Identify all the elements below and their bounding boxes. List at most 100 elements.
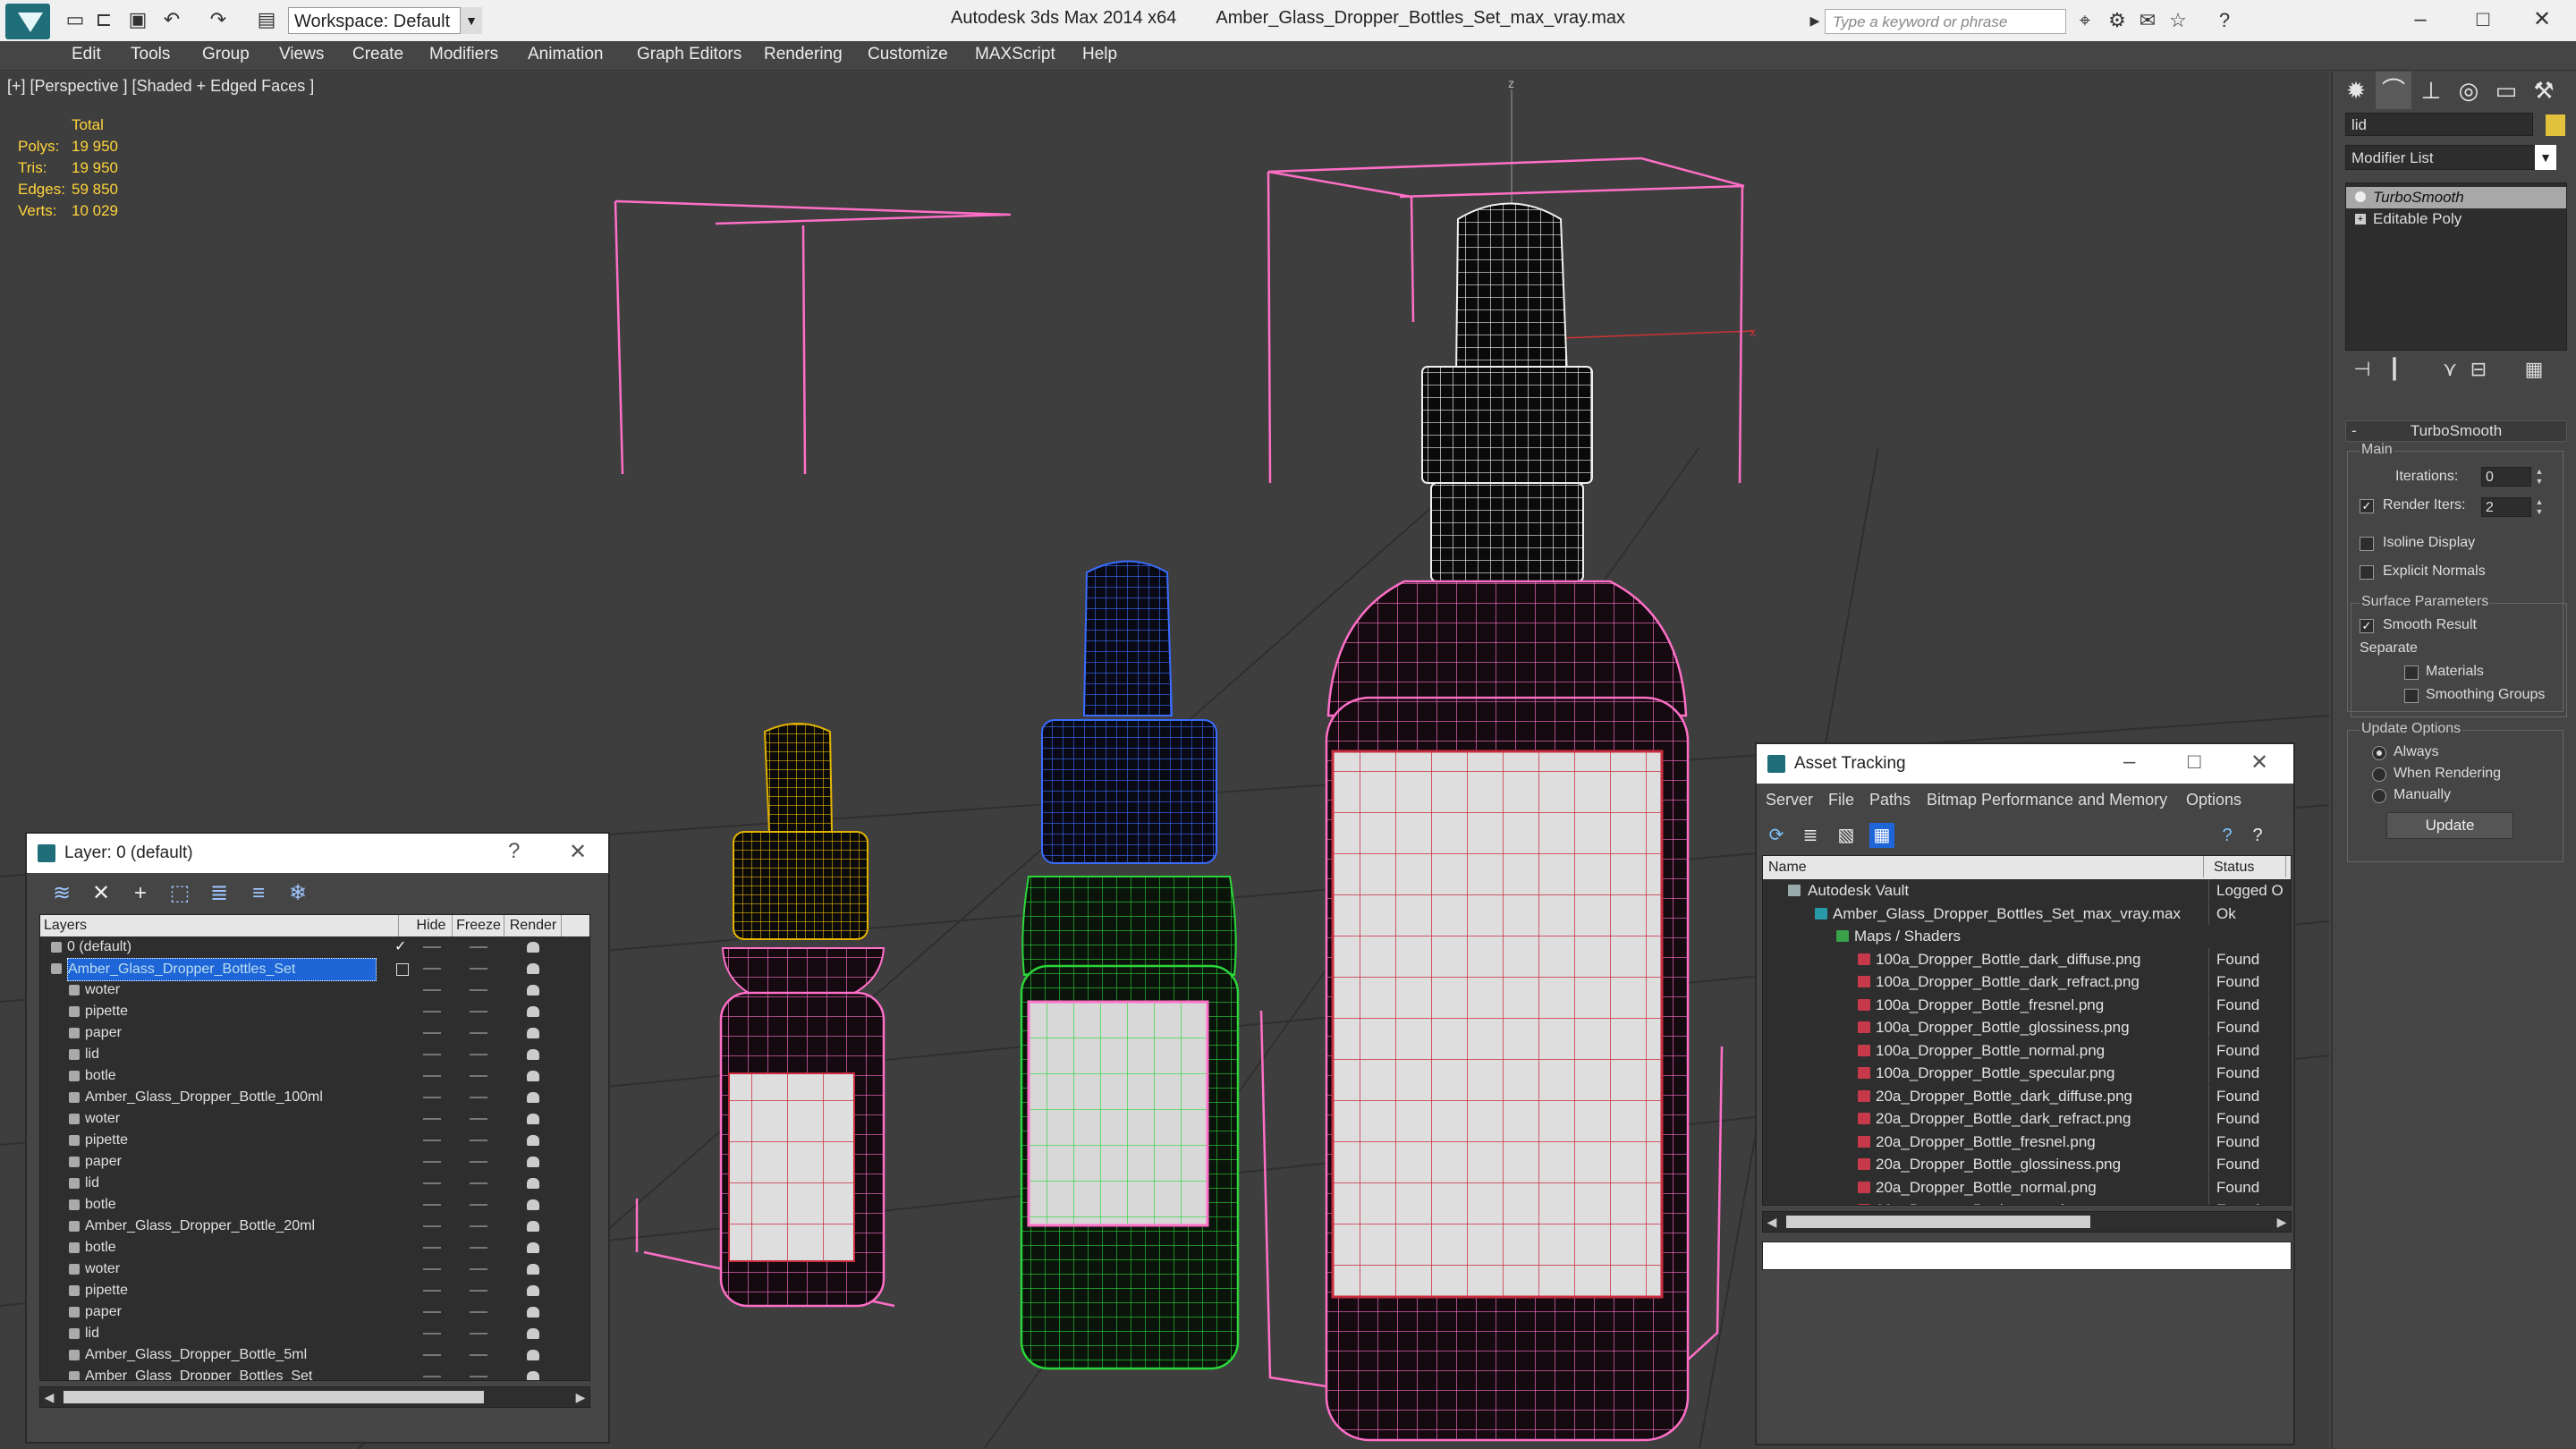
asset-row[interactable]: 20a_Dropper_Bottle_dark_diffuse.png Found (1763, 1084, 2291, 1108)
layer-name[interactable]: pipette (85, 1280, 128, 1301)
subscription-icon[interactable]: ⚙ (2106, 9, 2129, 32)
highlight-layer-icon[interactable]: ≣ (206, 880, 233, 907)
freeze-toggle[interactable] (470, 1204, 487, 1206)
hide-toggle[interactable] (423, 1333, 441, 1335)
asset-path-field[interactable] (1762, 1241, 2292, 1270)
layer-row[interactable]: Amber_Glass_Dropper_Bottle_20ml (40, 1216, 589, 1237)
layer-row[interactable]: Amber_Glass_Dropper_Bottles_Set (40, 1366, 589, 1380)
hide-toggle[interactable] (423, 968, 441, 970)
freeze-toggle[interactable] (470, 1097, 487, 1098)
asset-name[interactable]: 100a_Dropper_Bottle_dark_refract.png (1876, 970, 2140, 993)
asset-name[interactable]: 20a_Dropper_Bottle_normal.png (1876, 1176, 2097, 1199)
hide-toggle[interactable] (423, 1118, 441, 1120)
scroll-right-icon[interactable]: ▶ (572, 1387, 589, 1407)
layer-name[interactable]: botle (85, 1194, 116, 1216)
object-name-field[interactable]: lid (2345, 113, 2533, 136)
make-unique-icon[interactable]: ⋎ (2436, 356, 2463, 383)
object-color-swatch[interactable] (2546, 114, 2565, 136)
bottle-5ml[interactable] (719, 723, 886, 1308)
render-iters-checkbox[interactable]: ✓ (2360, 499, 2374, 513)
asset-row[interactable]: Amber_Glass_Dropper_Bottles_Set_max_vray… (1763, 902, 2291, 926)
hide-toggle[interactable] (423, 1225, 441, 1227)
bottle-100ml[interactable] (1325, 202, 1690, 1442)
render-teapot-icon[interactable] (527, 1092, 539, 1103)
layer-name[interactable]: 0 (default) (67, 936, 131, 958)
freeze-toggle[interactable] (470, 1354, 487, 1356)
render-iters-spinner[interactable]: 2 (2481, 497, 2531, 517)
configure-sets-icon[interactable]: ▦ (2521, 356, 2547, 383)
hide-toggle[interactable] (423, 1097, 441, 1098)
manually-radio[interactable] (2372, 789, 2386, 803)
isoline-display-checkbox[interactable] (2360, 537, 2374, 551)
list-view-icon[interactable]: ≣ (1798, 823, 1823, 848)
layer-row[interactable]: woter (40, 979, 589, 1001)
turbosmooth-rollout-header[interactable]: - TurboSmooth (2345, 420, 2567, 442)
layer-row[interactable]: botle (40, 1065, 589, 1087)
layer-row[interactable]: lid (40, 1323, 589, 1344)
render-teapot-icon[interactable] (527, 1371, 539, 1380)
refresh-icon[interactable]: ⟳ (1764, 823, 1789, 848)
scroll-thumb[interactable] (64, 1391, 484, 1403)
asset-name[interactable]: 100a_Dropper_Bottle_dark_diffuse.png (1876, 948, 2140, 970)
asset-name[interactable]: 20a_Dropper_Bottle_fresnel.png (1876, 1131, 2096, 1153)
table-view-icon[interactable]: ▦ (1869, 823, 1894, 848)
scroll-left-icon[interactable]: ◀ (1763, 1212, 1781, 1232)
thumbnail-view-icon[interactable]: ▧ (1834, 823, 1859, 848)
hide-toggle[interactable] (423, 1032, 441, 1034)
render-teapot-icon[interactable] (527, 1114, 539, 1124)
menu-tools[interactable]: Tools (131, 45, 170, 64)
layer-name[interactable]: woter (85, 1108, 120, 1130)
asset-row[interactable]: 20a_Dropper_Bottle_glossiness.png Found (1763, 1153, 2291, 1176)
pin-stack-icon[interactable]: ⊣ (2349, 356, 2376, 383)
asset-name[interactable]: 20a_Dropper_Bottle_dark_diffuse.png (1876, 1085, 2132, 1107)
freeze-toggle[interactable] (470, 1247, 487, 1249)
help-icon[interactable]: ? (2213, 9, 2236, 32)
layer-name[interactable]: woter (85, 979, 120, 1001)
hierarchy-tab-icon[interactable]: ⊥ (2413, 72, 2449, 109)
current-layer-box[interactable] (396, 963, 409, 976)
asset-name[interactable]: 20a_Dropper_Bottle_glossiness.png (1876, 1153, 2121, 1175)
chevron-down-icon[interactable]: ▼ (2535, 145, 2556, 170)
freeze-all-icon[interactable]: ❄ (284, 880, 311, 907)
at-menu-options[interactable]: Options (2186, 791, 2241, 809)
freeze-toggle[interactable] (470, 946, 487, 948)
asset-row[interactable]: 100a_Dropper_Bottle_glossiness.png Found (1763, 1016, 2291, 1039)
layer-row[interactable]: lid (40, 1044, 589, 1065)
render-teapot-icon[interactable] (527, 1049, 539, 1060)
hide-toggle[interactable] (423, 1247, 441, 1249)
layer-name[interactable]: lid (85, 1044, 99, 1065)
render-teapot-icon[interactable] (527, 1285, 539, 1296)
at-menu-bitmap-performance[interactable]: Bitmap Performance and Memory (1927, 791, 2167, 809)
layer-row[interactable]: Amber_Glass_Dropper_Bottles_Set (40, 958, 589, 981)
layer-row[interactable]: 0 (default) ✓ (40, 936, 589, 958)
freeze-toggle[interactable] (470, 1268, 487, 1270)
asset-name[interactable]: Amber_Glass_Dropper_Bottles_Set_max_vray… (1833, 902, 2181, 925)
asset-name[interactable]: 100a_Dropper_Bottle_glossiness.png (1876, 1016, 2130, 1038)
col-status[interactable]: Status (2214, 856, 2286, 877)
remove-modifier-icon[interactable]: ⊟ (2465, 356, 2492, 383)
layer-row[interactable]: Amber_Glass_Dropper_Bottle_100ml (40, 1087, 589, 1108)
layer-name[interactable]: paper (85, 1022, 122, 1044)
utilities-tab-icon[interactable]: ⚒ (2526, 72, 2562, 109)
bottle-20ml[interactable] (1020, 560, 1240, 1370)
hide-toggle[interactable] (423, 1054, 441, 1055)
freeze-toggle[interactable] (470, 1225, 487, 1227)
freeze-toggle[interactable] (470, 968, 487, 970)
binoculars-icon[interactable]: ⌖ (2073, 9, 2097, 32)
layer-name[interactable]: botle (85, 1237, 116, 1258)
layer-name[interactable]: lid (85, 1323, 99, 1344)
minimize-button[interactable]: – (2123, 750, 2135, 775)
select-objects-icon[interactable]: ⬚ (166, 880, 193, 907)
favorites-star-icon[interactable]: ☆ (2166, 9, 2190, 32)
col-freeze[interactable]: Freeze (453, 915, 504, 936)
layer-row[interactable]: woter (40, 1108, 589, 1130)
render-teapot-icon[interactable] (527, 1242, 539, 1253)
layers-horizontal-scrollbar[interactable]: ◀ ▶ (39, 1386, 590, 1408)
modifier-list-dropdown[interactable]: Modifier List (2345, 145, 2556, 170)
scroll-right-icon[interactable]: ▶ (2273, 1212, 2291, 1232)
maximize-button[interactable]: □ (2188, 750, 2201, 775)
menu-animation[interactable]: Animation (528, 45, 604, 64)
close-button[interactable]: ✕ (2515, 4, 2569, 36)
communication-icon[interactable]: ✉ (2136, 9, 2159, 32)
menu-help[interactable]: Help (1082, 45, 1117, 64)
